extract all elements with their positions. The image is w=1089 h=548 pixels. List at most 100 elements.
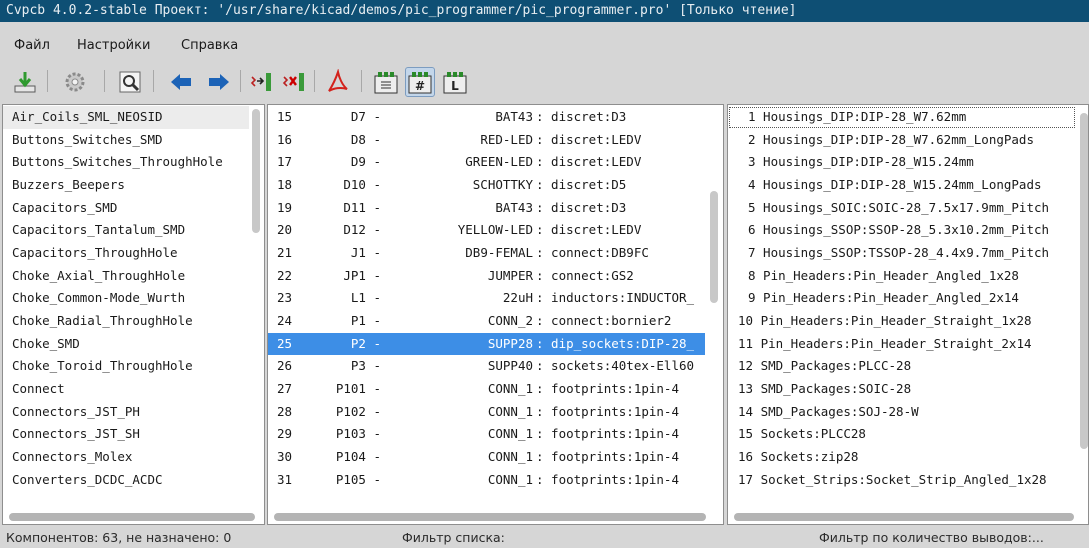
component-footprint: : footprints:1pin-4 <box>536 471 679 487</box>
previous-component-arrow-icon[interactable] <box>166 67 196 97</box>
next-component-arrow-icon[interactable] <box>204 67 234 97</box>
component-row[interactable]: 17 D9 - GREEN-LED: discret:LEDV <box>268 151 705 174</box>
component-reference: D8 - <box>350 131 381 147</box>
library-item[interactable]: Choke_Toroid_ThroughHole <box>3 355 249 378</box>
footprint-item[interactable]: 6 Housings_SSOP:SSOP-28_5.3x10.2mm_Pitch <box>728 219 1076 242</box>
component-row[interactable]: 24 P1 - CONN_2: connect:bornier2 <box>268 310 705 333</box>
component-row[interactable]: 23 L1 - 22uH: inductors:INDUCTOR_ <box>268 287 705 310</box>
component-row[interactable]: 27 P101 - CONN_1: footprints:1pin-4 <box>268 378 705 401</box>
menu-settings[interactable]: Настройки <box>77 38 150 53</box>
library-list[interactable]: Air_Coils_SML_NEOSID Buttons_Switches_SMD… <box>2 104 265 525</box>
footprint-item[interactable]: 3 Housings_DIP:DIP-28_W15.24mm <box>728 151 1076 174</box>
filter-by-pin-count-icon[interactable]: # <box>405 67 435 97</box>
component-reference: L1 - <box>350 290 381 306</box>
component-footprint: : discret:LEDV <box>536 154 642 170</box>
menu-bar: Файл Настройки Справка <box>0 22 1089 62</box>
component-row[interactable]: 16 D8 - RED-LED: discret:LEDV <box>268 129 705 152</box>
library-item[interactable]: Choke_Common-Mode_Wurth <box>3 287 249 310</box>
component-row[interactable]: 25 P2 - SUPP28: dip_sockets:DIP-28_ <box>268 332 705 356</box>
component-number: 21 <box>277 245 293 261</box>
footprint-item[interactable]: 5 Housings_SOIC:SOIC-28_7.5x17.9mm_Pitch <box>728 197 1076 220</box>
component-number: 31 <box>277 471 293 487</box>
component-number: 30 <box>277 449 293 465</box>
library-item[interactable]: Choke_Radial_ThroughHole <box>3 310 249 333</box>
view-footprint-icon[interactable] <box>115 67 145 97</box>
component-row[interactable]: 26 P3 - SUPP40: sockets:40tex-Ell60 <box>268 355 705 378</box>
component-row[interactable]: 29 P103 - CONN_1: footprints:1pin-4 <box>268 423 705 446</box>
status-components: Компонентов: 63, не назначено: 0 <box>6 530 232 545</box>
component-row[interactable]: 15 D7 - BAT43: discret:D3 <box>268 106 705 129</box>
library-item[interactable]: Choke_SMD <box>3 333 249 356</box>
pdf-doc-icon[interactable] <box>323 67 353 97</box>
library-item[interactable]: Air_Coils_SML_NEOSID <box>3 106 249 129</box>
library-item[interactable]: Connectors_JST_PH <box>3 401 249 424</box>
footprint-item[interactable]: 12 SMD_Packages:PLCC-28 <box>728 355 1076 378</box>
component-number: 27 <box>277 381 293 397</box>
library-list-hscrollbar[interactable] <box>9 513 255 521</box>
component-value: RED-LED <box>480 131 533 147</box>
component-footprint: : footprints:1pin-4 <box>536 426 679 442</box>
component-number: 17 <box>277 154 293 170</box>
footprint-item[interactable]: 11 Pin_Headers:Pin_Header_Straight_2x14 <box>728 333 1076 356</box>
auto-associate-icon[interactable] <box>247 67 277 97</box>
library-item[interactable]: Converters_DCDC_ACDC <box>3 469 249 492</box>
library-item[interactable]: Capacitors_ThroughHole <box>3 242 249 265</box>
library-item[interactable]: Choke_Axial_ThroughHole <box>3 265 249 288</box>
footprint-item[interactable]: 1 Housings_DIP:DIP-28_W7.62mm <box>728 106 1076 129</box>
component-value: YELLOW-LED <box>457 222 533 238</box>
component-row[interactable]: 31 P105 - CONN_1: footprints:1pin-4 <box>268 469 705 492</box>
component-reference: D12 - <box>343 222 381 238</box>
component-footprint: : connect:GS2 <box>536 267 634 283</box>
footprint-item[interactable]: 7 Housings_SSOP:TSSOP-28_4.4x9.7mm_Pitch <box>728 242 1076 265</box>
menu-help[interactable]: Справка <box>181 38 238 53</box>
component-row[interactable]: 20 D12 - YELLOW-LED: discret:LEDV <box>268 219 705 242</box>
config-icon[interactable] <box>60 67 90 97</box>
footprint-list[interactable]: 1 Housings_DIP:DIP-28_W7.62mm 2 Housings_… <box>727 104 1089 525</box>
component-row[interactable]: 18 D10 - SCHOTTKY: discret:D5 <box>268 174 705 197</box>
footprint-item[interactable]: 17 Socket_Strips:Socket_Strip_Angled_1x2… <box>728 469 1076 492</box>
filter-by-keyword-icon[interactable] <box>371 67 401 97</box>
footprint-item[interactable]: 4 Housings_DIP:DIP-28_W15.24mm_LongPads <box>728 174 1076 197</box>
footprint-list-vscrollbar[interactable] <box>1080 113 1088 449</box>
component-row[interactable]: 28 P102 - CONN_1: footprints:1pin-4 <box>268 401 705 424</box>
library-item[interactable]: Connectors_Molex <box>3 446 249 469</box>
component-row[interactable]: 30 P104 - CONN_1: footprints:1pin-4 <box>268 446 705 469</box>
component-value: CONN_1 <box>487 471 533 487</box>
library-item[interactable]: Capacitors_Tantalum_SMD <box>3 219 249 242</box>
status-bar: Компонентов: 63, не назначено: 0 Фильтр … <box>0 527 1089 548</box>
status-filter-pins: Фильтр по количество выводов:... <box>819 530 1044 545</box>
component-row[interactable]: 22 JP1 - JUMPER: connect:GS2 <box>268 265 705 288</box>
footprint-item[interactable]: 10 Pin_Headers:Pin_Header_Straight_1x28 <box>728 310 1076 333</box>
footprint-item[interactable]: 15 Sockets:PLCC28 <box>728 423 1076 446</box>
component-row[interactable]: 21 J1 - DB9-FEMAL: connect:DB9FC <box>268 242 705 265</box>
footprint-item[interactable]: 8 Pin_Headers:Pin_Header_Angled_1x28 <box>728 265 1076 288</box>
library-item[interactable]: Buzzers_Beepers <box>3 174 249 197</box>
component-value: CONN_1 <box>487 381 533 397</box>
library-item[interactable]: Buttons_Switches_ThroughHole <box>3 151 249 174</box>
footprint-item[interactable]: 9 Pin_Headers:Pin_Header_Angled_2x14 <box>728 287 1076 310</box>
library-item[interactable]: Buttons_Switches_SMD <box>3 129 249 152</box>
filter-by-library-icon[interactable]: L <box>440 67 470 97</box>
footprint-item[interactable]: 2 Housings_DIP:DIP-28_W7.62mm_LongPads <box>728 129 1076 152</box>
window-title-bar: Cvpcb 4.0.2-stable Проект: '/usr/share/k… <box>0 0 1089 22</box>
component-reference: P105 - <box>335 471 381 487</box>
component-value: SCHOTTKY <box>472 177 533 192</box>
footprint-item[interactable]: 16 Sockets:zip28 <box>728 446 1076 469</box>
footprint-item[interactable]: 14 SMD_Packages:SOJ-28-W <box>728 401 1076 424</box>
component-list-hscrollbar[interactable] <box>274 513 706 521</box>
menu-file[interactable]: Файл <box>14 38 50 53</box>
footprint-list-hscrollbar[interactable] <box>734 513 1074 521</box>
library-item[interactable]: Connect <box>3 378 249 401</box>
component-row[interactable]: 19 D11 - BAT43: discret:D3 <box>268 197 705 220</box>
library-item[interactable]: Connectors_JST_SH <box>3 423 249 446</box>
component-list-vscrollbar[interactable] <box>710 191 718 303</box>
component-reference: P3 - <box>350 358 381 374</box>
component-list[interactable]: 15 D7 - BAT43: discret:D3 16 D8 - RED-LED: di… <box>267 104 724 525</box>
save-netlist-icon[interactable] <box>10 67 40 97</box>
component-reference: P104 - <box>335 449 381 465</box>
library-list-vscrollbar[interactable] <box>252 109 260 233</box>
delete-associations-icon[interactable] <box>279 67 309 97</box>
component-number: 25 <box>277 335 293 351</box>
library-item[interactable]: Capacitors_SMD <box>3 197 249 220</box>
footprint-item[interactable]: 13 SMD_Packages:SOIC-28 <box>728 378 1076 401</box>
